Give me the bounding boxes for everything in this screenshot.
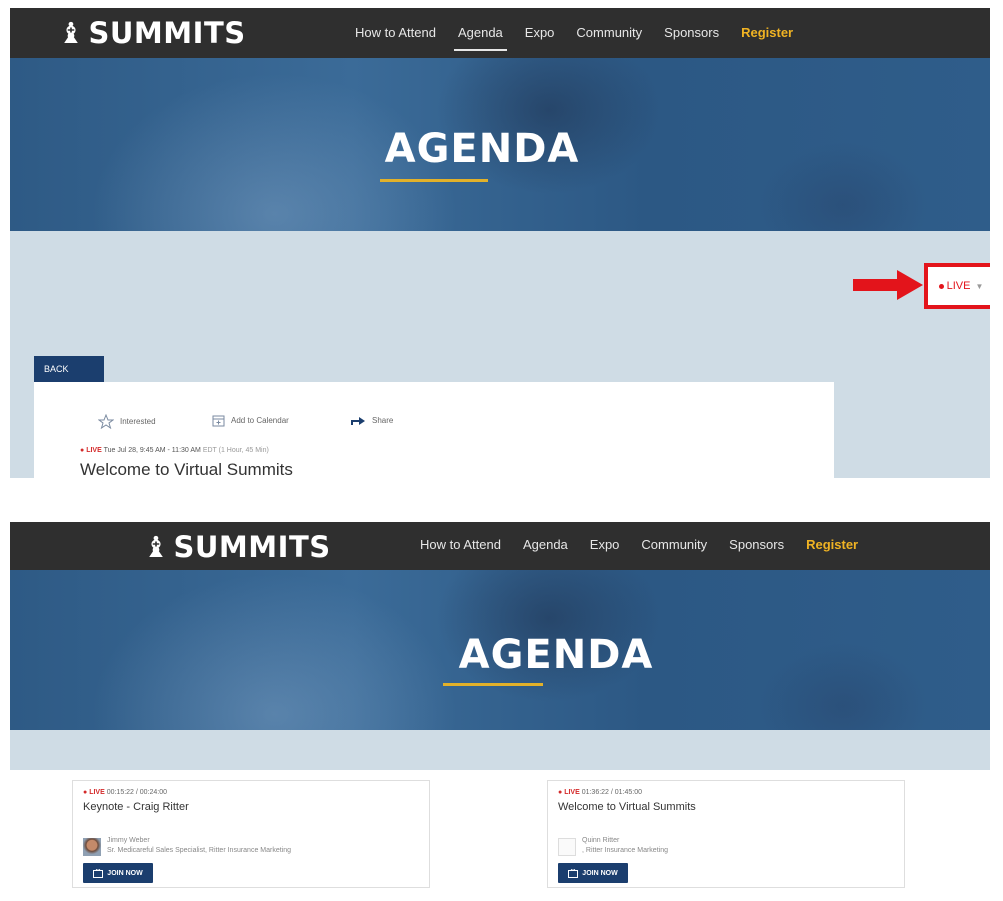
share-action[interactable]: Share [350, 414, 393, 426]
red-arrow-icon [853, 270, 923, 300]
nav-register[interactable]: Register [741, 25, 793, 40]
share-label: Share [372, 415, 394, 425]
live-session-card[interactable]: ● LIVE 01:36:22 / 01:45:00 Welcome to Vi… [547, 780, 905, 888]
interested-label: Interested [120, 417, 156, 426]
session-live-line: ● LIVE 01:36:22 / 01:45:00 [558, 789, 642, 796]
nav-menu: How to Attend Agenda Expo Community Spon… [420, 537, 880, 552]
nav-how-to-attend[interactable]: How to Attend [355, 25, 436, 40]
live-badge-text: LIVE [564, 789, 580, 796]
live-badge: ● LIVE [558, 789, 580, 796]
session-elapsed-time: 00:15:22 / 00:24:00 [106, 789, 168, 796]
session-detail-card: Interested Add to Calendar Share ● LIVE … [34, 382, 834, 478]
screenshot-agenda-live-list: ♝ SUMMITS How to Attend Agenda Expo Comm… [10, 522, 990, 894]
join-now-button[interactable]: JOIN NOW [83, 863, 153, 883]
interested-action[interactable]: Interested [98, 414, 156, 429]
join-now-label: JOIN NOW [582, 869, 618, 877]
chess-piece-logo-icon: ♝ [143, 530, 170, 564]
session-title: Welcome to Virtual Summits [80, 460, 293, 478]
live-badge: ● LIVE [83, 789, 105, 796]
live-filter-dropdown[interactable]: LIVE ▼ [924, 263, 990, 309]
hero-underline [443, 683, 543, 686]
nav-menu: How to Attend Agenda Expo Community Spon… [355, 25, 815, 51]
hero-banner: AGENDA [10, 58, 990, 231]
session-title[interactable]: Keynote - Craig Ritter [83, 801, 189, 813]
hero-title: AGENDA [384, 126, 580, 172]
speaker-name: Quinn Ritter [582, 837, 620, 844]
live-badge-text: LIVE [86, 447, 102, 454]
summits-logo[interactable]: ♝ SUMMITS [143, 530, 331, 564]
live-label: LIVE [946, 280, 971, 292]
join-now-label: JOIN NOW [107, 869, 143, 877]
speaker-role: , Ritter Insurance Marketing [582, 847, 668, 854]
hero-banner: AGENDA [10, 570, 990, 730]
speaker-avatar-placeholder [558, 838, 576, 856]
session-live-line: ● LIVE Tue Jul 28, 9:45 AM - 11:30 AM ED… [80, 447, 269, 454]
nav-expo[interactable]: Expo [525, 25, 555, 40]
session-title[interactable]: Welcome to Virtual Summits [558, 801, 696, 813]
back-button[interactable]: BACK [34, 356, 104, 382]
session-datetime: Tue Jul 28, 9:45 AM - 11:30 AM [103, 447, 201, 454]
summits-logo[interactable]: ♝ SUMMITS [58, 16, 246, 50]
live-dot-icon [938, 283, 944, 289]
filter-band [10, 730, 990, 770]
session-elapsed-time: 01:36:22 / 01:45:00 [581, 789, 643, 796]
caret-down-icon: ▼ [975, 281, 984, 291]
nav-how-to-attend[interactable]: How to Attend [420, 537, 501, 552]
speaker-role: Sr. Medicareful Sales Specialist, Ritter… [107, 847, 292, 854]
speaker-name: Jimmy Weber [107, 837, 150, 844]
nav-agenda[interactable]: Agenda [523, 537, 568, 552]
tv-icon [568, 868, 579, 878]
share-icon [351, 417, 365, 425]
speaker-avatar [83, 838, 101, 856]
star-icon [98, 414, 114, 429]
session-live-line: ● LIVE 00:15:22 / 00:24:00 [83, 789, 167, 796]
screenshot-agenda-detail: ♝ SUMMITS How to Attend Agenda Expo Comm… [10, 8, 990, 478]
nav-agenda[interactable]: Agenda [453, 25, 507, 51]
live-badge: ● LIVE [80, 447, 102, 454]
nav-community[interactable]: Community [641, 537, 707, 552]
top-navbar: ♝ SUMMITS How to Attend Agenda Expo Comm… [10, 8, 990, 58]
nav-sponsors[interactable]: Sponsors [729, 537, 784, 552]
session-duration: (1 Hour, 45 Min) [218, 447, 269, 454]
nav-sponsors[interactable]: Sponsors [664, 25, 719, 40]
nav-community[interactable]: Community [576, 25, 642, 40]
calendar-icon [212, 415, 225, 427]
logo-text: SUMMITS [88, 16, 246, 50]
chess-piece-logo-icon: ♝ [58, 16, 85, 50]
nav-register[interactable]: Register [806, 537, 858, 552]
top-navbar: ♝ SUMMITS How to Attend Agenda Expo Comm… [10, 522, 990, 570]
live-badge-text: LIVE [89, 789, 105, 796]
tv-icon [93, 868, 104, 878]
session-timezone: EDT [202, 447, 217, 454]
nav-expo[interactable]: Expo [590, 537, 620, 552]
join-now-button[interactable]: JOIN NOW [558, 863, 628, 883]
hero-underline [380, 179, 488, 182]
logo-text: SUMMITS [173, 530, 331, 564]
hero-title: AGENDA [458, 632, 654, 678]
add-to-calendar-action[interactable]: Add to Calendar [212, 414, 289, 427]
live-session-card[interactable]: ● LIVE 00:15:22 / 00:24:00 Keynote - Cra… [72, 780, 430, 888]
add-to-calendar-label: Add to Calendar [231, 416, 289, 425]
